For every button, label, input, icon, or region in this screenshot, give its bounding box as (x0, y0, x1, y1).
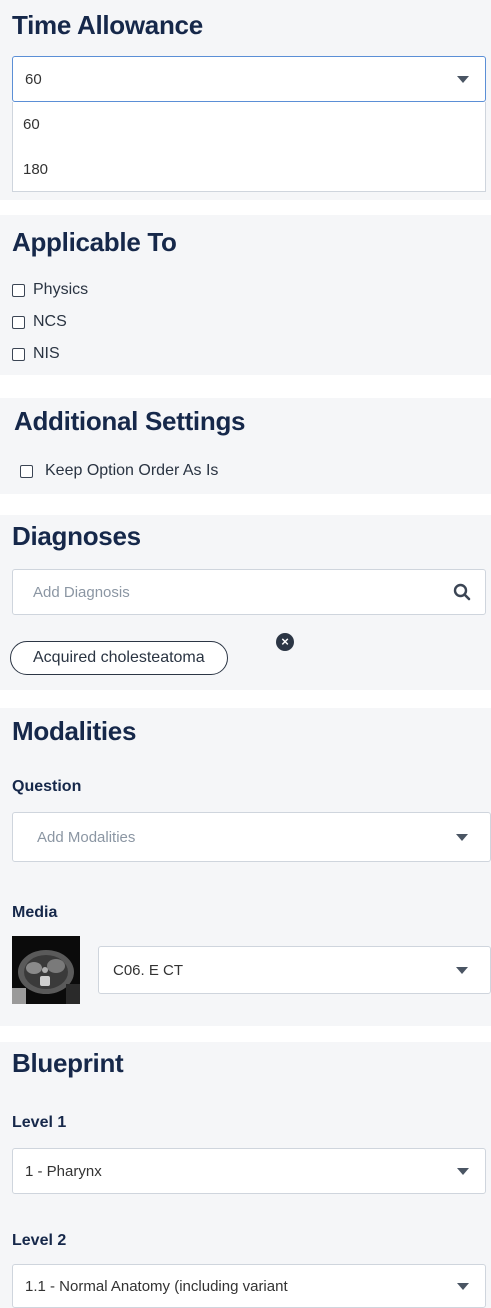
checkbox-icon[interactable] (12, 315, 25, 329)
level-2-selected-value: 1.1 - Normal Anatomy (including variant (25, 1277, 288, 1295)
question-modalities-placeholder: Add Modalities (37, 828, 136, 846)
modalities-title: Modalities (12, 716, 137, 746)
media-label: Media (12, 904, 58, 921)
diagnosis-chip: Acquired cholesteatoma (10, 641, 228, 675)
additional-settings-panel: Additional Settings Keep Option Order As… (0, 398, 491, 494)
modalities-panel: Modalities Question Add Modalities Media… (0, 708, 491, 1026)
time-allowance-options: 60 180 (12, 102, 486, 192)
level-1-select[interactable]: 1 - Pharynx (12, 1148, 486, 1194)
media-selected-value: C06. E CT (113, 961, 184, 979)
chevron-down-icon[interactable] (456, 833, 468, 841)
checkbox-icon[interactable] (12, 283, 25, 297)
diagnosis-search-input[interactable]: Add Diagnosis (12, 569, 486, 615)
question-label: Question (12, 778, 82, 795)
chevron-down-icon[interactable] (456, 966, 468, 974)
blueprint-panel: Blueprint Level 1 1 - Pharynx Level 2 1.… (0, 1042, 491, 1308)
checkbox-label: NCS (33, 313, 67, 330)
applicable-ncs-checkbox[interactable]: NCS (12, 313, 67, 331)
applicable-to-panel: Applicable To Physics NCS NIS (0, 215, 491, 375)
chevron-down-icon[interactable] (457, 75, 469, 83)
blueprint-title: Blueprint (12, 1048, 124, 1078)
close-icon[interactable]: × (276, 633, 294, 651)
applicable-physics-checkbox[interactable]: Physics (12, 281, 88, 299)
checkbox-label: Keep Option Order As Is (45, 462, 219, 479)
applicable-to-title: Applicable To (12, 227, 177, 257)
diagnosis-search-placeholder: Add Diagnosis (33, 583, 130, 601)
checkbox-label: NIS (33, 345, 60, 362)
checkbox-icon[interactable] (20, 464, 33, 478)
ct-scan-thumbnail[interactable] (12, 936, 80, 1004)
level-2-label: Level 2 (12, 1232, 67, 1249)
level-1-selected-value: 1 - Pharynx (25, 1162, 102, 1180)
keep-option-order-checkbox[interactable]: Keep Option Order As Is (20, 462, 218, 480)
time-allowance-select[interactable]: 60 (12, 56, 486, 102)
chevron-down-icon[interactable] (457, 1282, 469, 1290)
diagnosis-chip-label: Acquired cholesteatoma (33, 649, 205, 666)
search-icon[interactable] (453, 583, 471, 601)
diagnoses-title: Diagnoses (12, 521, 141, 551)
level-2-select[interactable]: 1.1 - Normal Anatomy (including variant (12, 1264, 486, 1308)
checkbox-icon[interactable] (12, 347, 25, 361)
time-allowance-title: Time Allowance (12, 10, 203, 40)
diagnoses-panel: Diagnoses Add Diagnosis Acquired cholest… (0, 515, 491, 690)
time-allowance-option[interactable]: 180 (13, 147, 485, 192)
time-allowance-panel: Time Allowance App 60 60 180 (0, 0, 491, 200)
media-select[interactable]: C06. E CT (98, 946, 491, 994)
checkbox-label: Physics (33, 281, 89, 298)
applicable-nis-checkbox[interactable]: NIS (12, 345, 60, 363)
question-modalities-select[interactable]: Add Modalities (12, 812, 491, 862)
chevron-down-icon[interactable] (457, 1167, 469, 1175)
level-1-label: Level 1 (12, 1114, 67, 1131)
time-allowance-option[interactable]: 60 (13, 102, 485, 147)
time-allowance-selected-value: 60 (25, 70, 42, 88)
additional-settings-title: Additional Settings (14, 406, 246, 436)
